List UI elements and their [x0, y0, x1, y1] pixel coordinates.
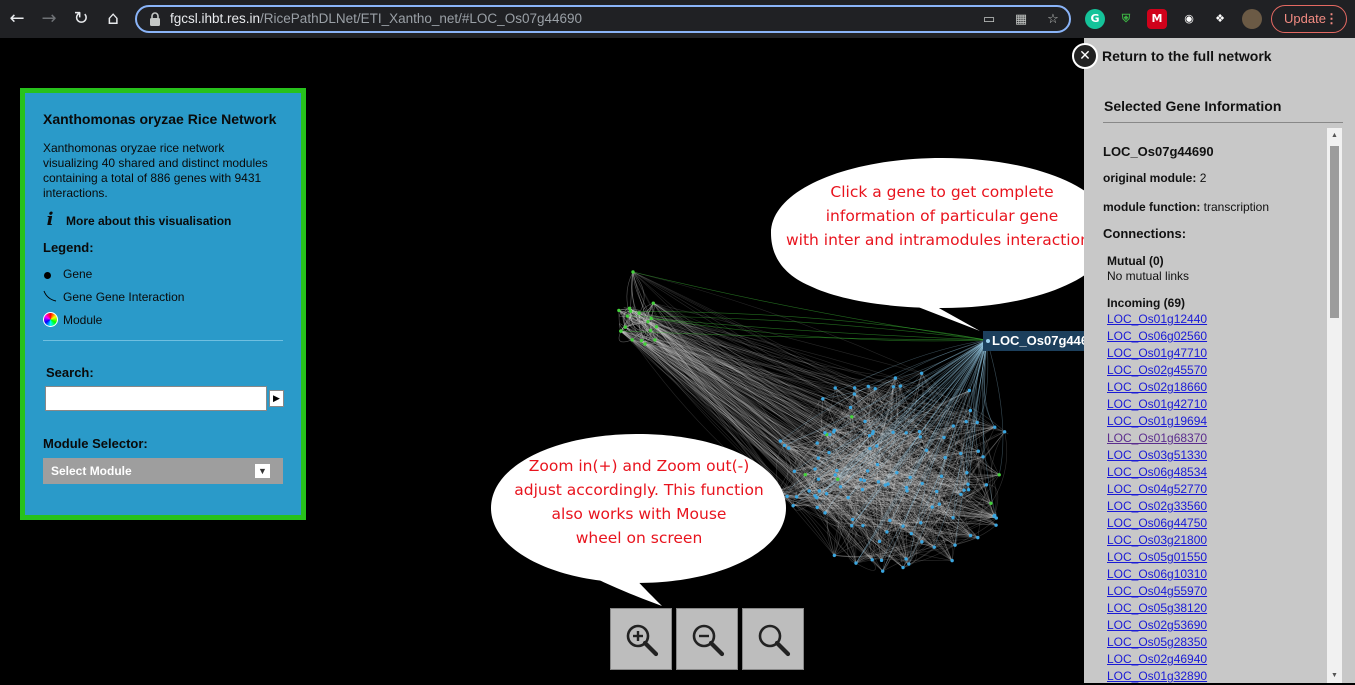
mutual-heading: Mutual (0)	[1107, 254, 1164, 268]
forward-icon[interactable]: →	[38, 8, 60, 30]
lock-icon	[149, 12, 161, 26]
incoming-gene-link[interactable]: LOC_Os01g68370	[1107, 430, 1207, 447]
cast-icon[interactable]: ▭	[981, 12, 997, 28]
mutual-text: No mutual links	[1107, 269, 1189, 283]
gene-info-sidebar: Selected Gene Information LOC_Os07g44690…	[1084, 38, 1355, 683]
incoming-gene-link[interactable]: LOC_Os02g46940	[1107, 651, 1207, 668]
incoming-gene-link[interactable]: LOC_Os06g48534	[1107, 464, 1207, 481]
back-icon[interactable]: ←	[6, 8, 28, 30]
incoming-gene-link[interactable]: LOC_Os06g02560	[1107, 328, 1207, 345]
zoom-in-button[interactable]	[610, 608, 672, 670]
update-button[interactable]: Update⋮	[1271, 5, 1347, 33]
shield-extension-icon[interactable]: ⛨	[1116, 9, 1136, 29]
incoming-gene-link[interactable]: LOC_Os02g18660	[1107, 379, 1207, 396]
reload-icon[interactable]: ↻	[70, 8, 92, 30]
profile-avatar[interactable]	[1242, 9, 1262, 29]
home-icon[interactable]: ⌂	[102, 8, 124, 30]
incoming-gene-link[interactable]: LOC_Os03g21800	[1107, 532, 1207, 549]
scroll-down-icon[interactable]: ▼	[1330, 671, 1339, 681]
callout-bubbles	[0, 38, 1100, 683]
qr-icon[interactable]: ▦	[1013, 12, 1029, 28]
url-text[interactable]: fgcsl.ihbt.res.in/RicePathDLNet/ETI_Xant…	[170, 11, 582, 26]
selected-gene-name: LOC_Os07g44690	[1103, 144, 1214, 159]
incoming-gene-link[interactable]: LOC_Os06g44750	[1107, 515, 1207, 532]
incoming-gene-link[interactable]: LOC_Os01g12440	[1107, 311, 1207, 328]
incoming-gene-link[interactable]: LOC_Os01g32890	[1107, 668, 1207, 685]
incoming-gene-link[interactable]: LOC_Os02g33560	[1107, 498, 1207, 515]
page-canvas: Xanthomonas oryzae Rice Network Xanthomo…	[0, 38, 1355, 683]
incoming-links-list: LOC_Os01g12440LOC_Os06g02560LOC_Os01g477…	[1107, 311, 1207, 685]
sidebar-scrollbar[interactable]: ▲ ▼	[1327, 128, 1342, 683]
zoom-out-button[interactable]	[676, 608, 738, 670]
zoom-reset-button[interactable]	[742, 608, 804, 670]
incoming-gene-link[interactable]: LOC_Os05g28350	[1107, 634, 1207, 651]
module-function-row: module function: transcription	[1103, 200, 1269, 214]
browser-toolbar: ← → ↻ ⌂ fgcsl.ihbt.res.in/RicePathDLNet/…	[0, 0, 1355, 38]
star-icon[interactable]: ☆	[1045, 12, 1061, 28]
ghost-extension-icon[interactable]: ◉	[1179, 9, 1199, 29]
incoming-gene-link[interactable]: LOC_Os04g55970	[1107, 583, 1207, 600]
original-module-row: original module: 2	[1103, 171, 1206, 185]
incoming-gene-link[interactable]: LOC_Os04g52770	[1107, 481, 1207, 498]
close-icon[interactable]: ✕	[1072, 43, 1098, 69]
incoming-gene-link[interactable]: LOC_Os03g51330	[1107, 447, 1207, 464]
puzzle-icon[interactable]: ❖	[1210, 9, 1230, 29]
incoming-gene-link[interactable]: LOC_Os01g19694	[1107, 413, 1207, 430]
callout-top-text: Click a gene to get complete information…	[776, 180, 1108, 252]
incoming-gene-link[interactable]: LOC_Os06g10310	[1107, 566, 1207, 583]
incoming-gene-link[interactable]: LOC_Os02g45570	[1107, 362, 1207, 379]
menu-dots-icon[interactable]: ⋮	[1325, 6, 1338, 32]
mendeley-icon[interactable]: M	[1147, 9, 1167, 29]
incoming-gene-link[interactable]: LOC_Os05g01550	[1107, 549, 1207, 566]
zoom-reset-icon	[757, 623, 791, 657]
address-bar[interactable]: fgcsl.ihbt.res.in/RicePathDLNet/ETI_Xant…	[135, 5, 1071, 33]
callout-bottom-text: Zoom in(+) and Zoom out(-) adjust accord…	[498, 454, 780, 550]
scroll-up-icon[interactable]: ▲	[1330, 131, 1339, 141]
divider	[1103, 122, 1343, 123]
scrollbar-thumb[interactable]	[1330, 146, 1339, 318]
incoming-gene-link[interactable]: LOC_Os01g42710	[1107, 396, 1207, 413]
incoming-gene-link[interactable]: LOC_Os01g47710	[1107, 345, 1207, 362]
grammarly-icon[interactable]: G	[1085, 9, 1105, 29]
zoom-in-icon	[625, 623, 659, 657]
connections-heading: Connections:	[1103, 226, 1186, 241]
incoming-heading: Incoming (69)	[1107, 296, 1185, 310]
return-to-network-link[interactable]: Return to the full network	[1102, 48, 1272, 64]
sidebar-heading: Selected Gene Information	[1104, 98, 1281, 114]
incoming-gene-link[interactable]: LOC_Os05g38120	[1107, 600, 1207, 617]
incoming-gene-link[interactable]: LOC_Os02g53690	[1107, 617, 1207, 634]
zoom-out-icon	[691, 623, 725, 657]
